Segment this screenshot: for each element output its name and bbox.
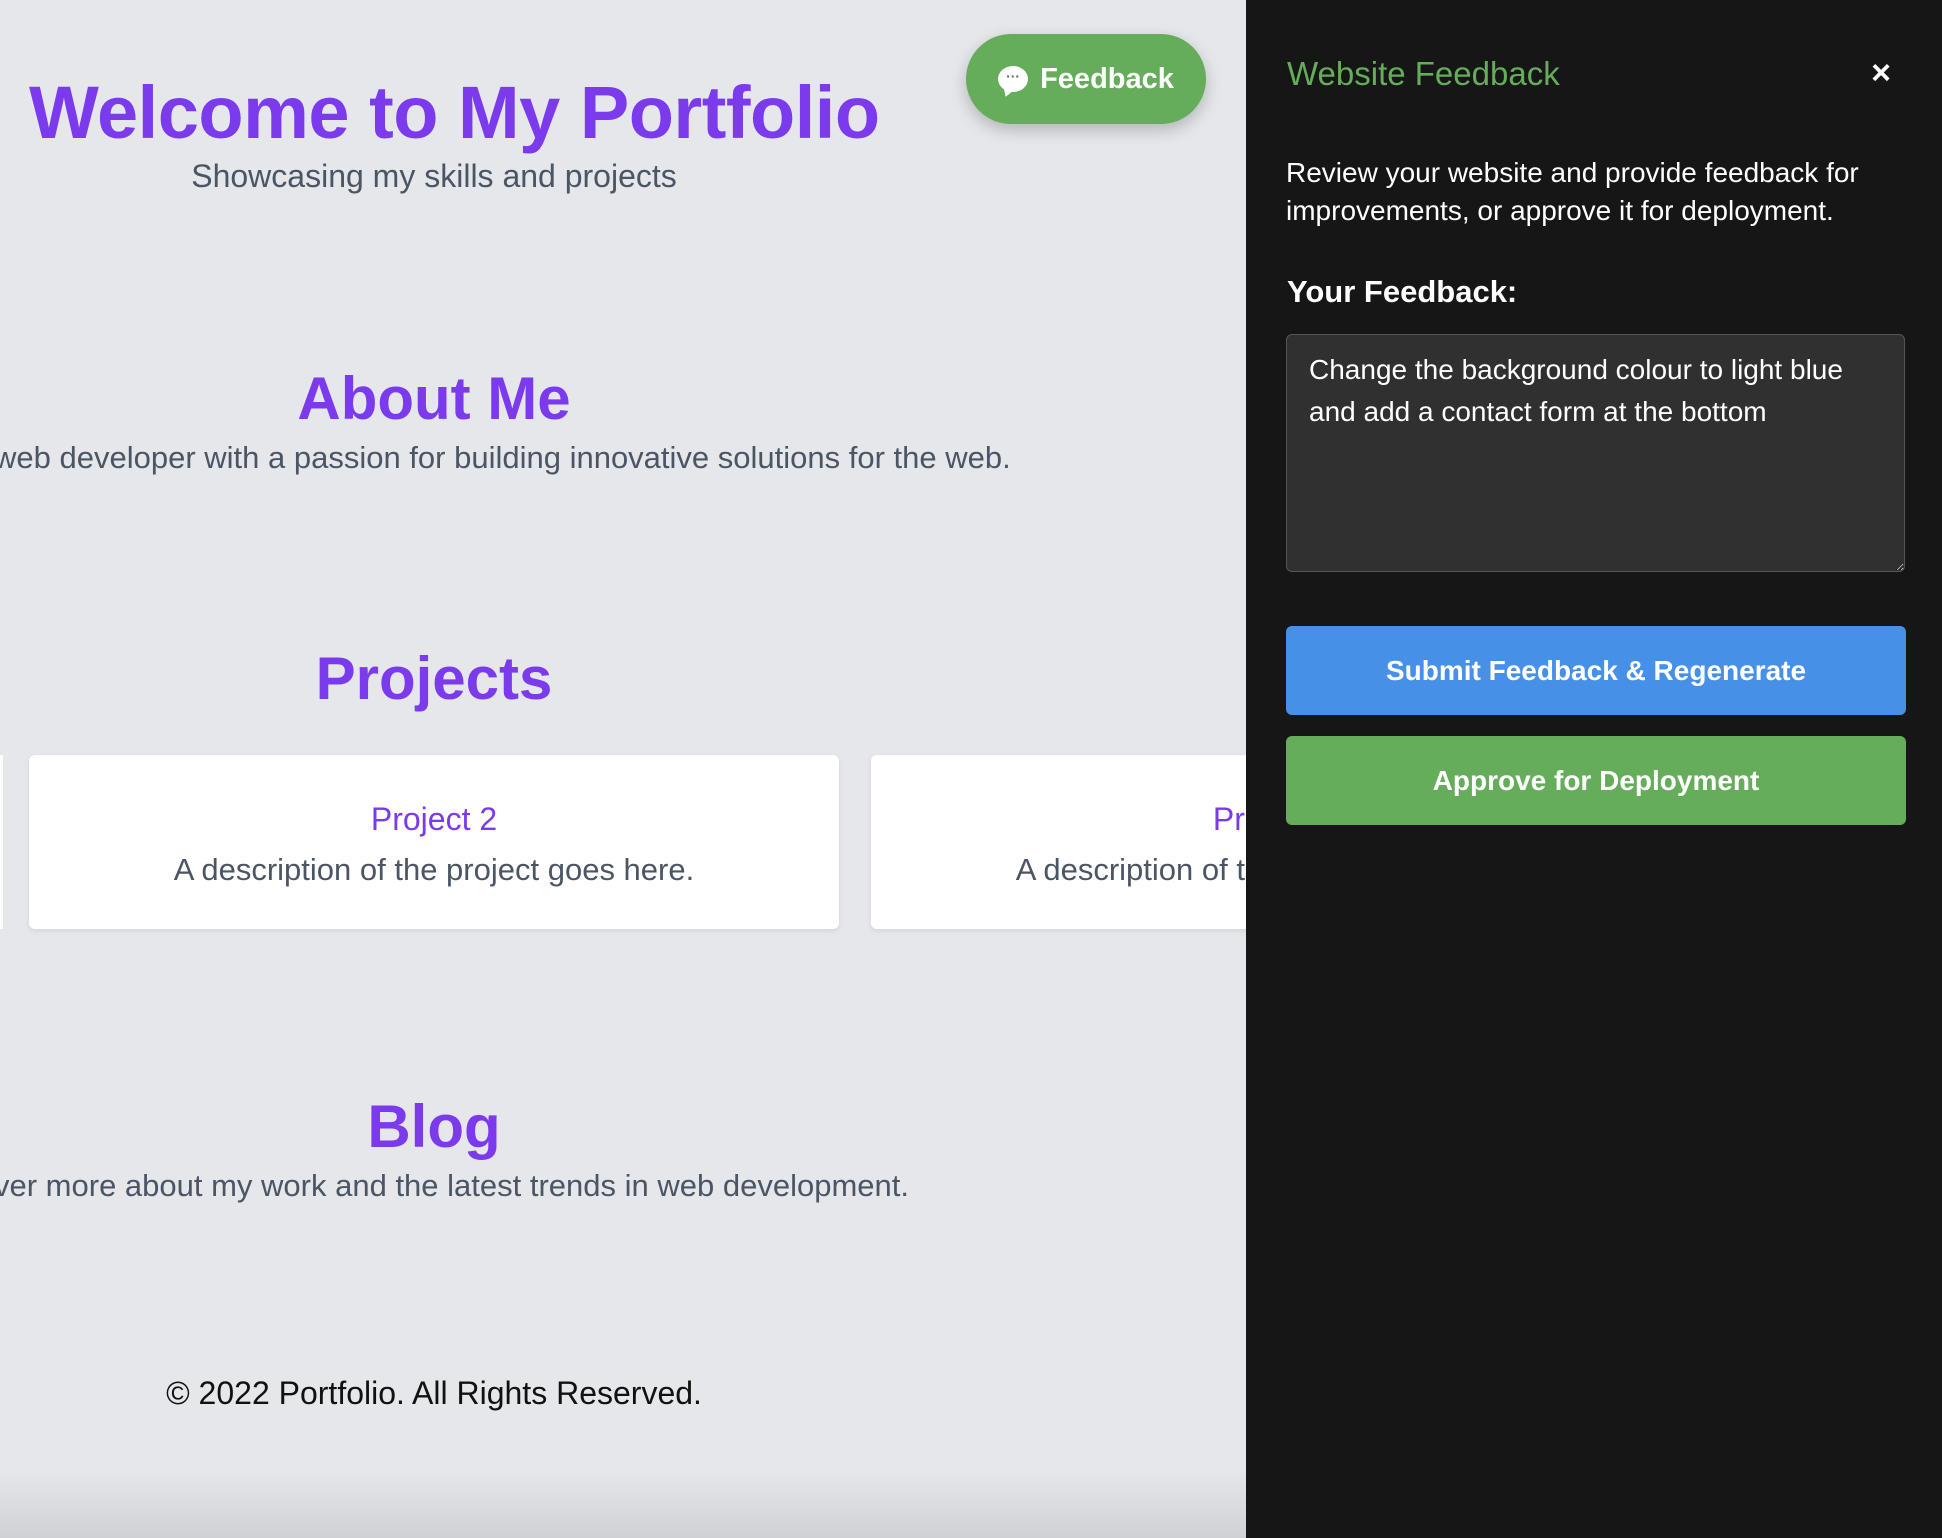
feedback-textarea[interactable]: Change the background colour to light bl… <box>1286 334 1905 572</box>
about-text: web developer with a passion for buildin… <box>0 440 1011 475</box>
blog-text: ver more about my work and the latest tr… <box>0 1168 909 1203</box>
footer-copyright: © 2022 Portfolio. All Rights Reserved. <box>166 1375 702 1411</box>
panel-description: Review your website and provide feedback… <box>1286 157 1859 226</box>
feedback-panel: Website Feedback × Review your website a… <box>1246 0 1942 1538</box>
panel-title: Website Feedback <box>1287 55 1560 92</box>
blog-heading: Blog <box>367 1093 501 1160</box>
feedback-button-label: Feedback <box>1040 62 1174 95</box>
feedback-button[interactable]: ··· Feedback <box>966 34 1206 124</box>
speech-bubble-icon: ··· <box>998 66 1029 92</box>
project-card-partial <box>0 755 3 929</box>
project-card: Project 2 A description of the project g… <box>29 755 839 929</box>
project-description: A description of the project goes here. <box>173 852 695 887</box>
project-title: Project 2 <box>370 801 498 837</box>
submit-feedback-button[interactable]: Submit Feedback & Regenerate <box>1286 626 1906 715</box>
about-heading: About Me <box>297 365 571 432</box>
page-subtitle: Showcasing my skills and projects <box>191 158 677 194</box>
bottom-shade <box>0 1470 1246 1538</box>
approve-deployment-button[interactable]: Approve for Deployment <box>1286 736 1906 825</box>
page-title: Welcome to My Portfolio <box>29 71 880 154</box>
projects-heading: Projects <box>315 645 553 712</box>
feedback-label: Your Feedback: <box>1287 274 1518 309</box>
close-icon[interactable]: × <box>1866 56 1896 90</box>
